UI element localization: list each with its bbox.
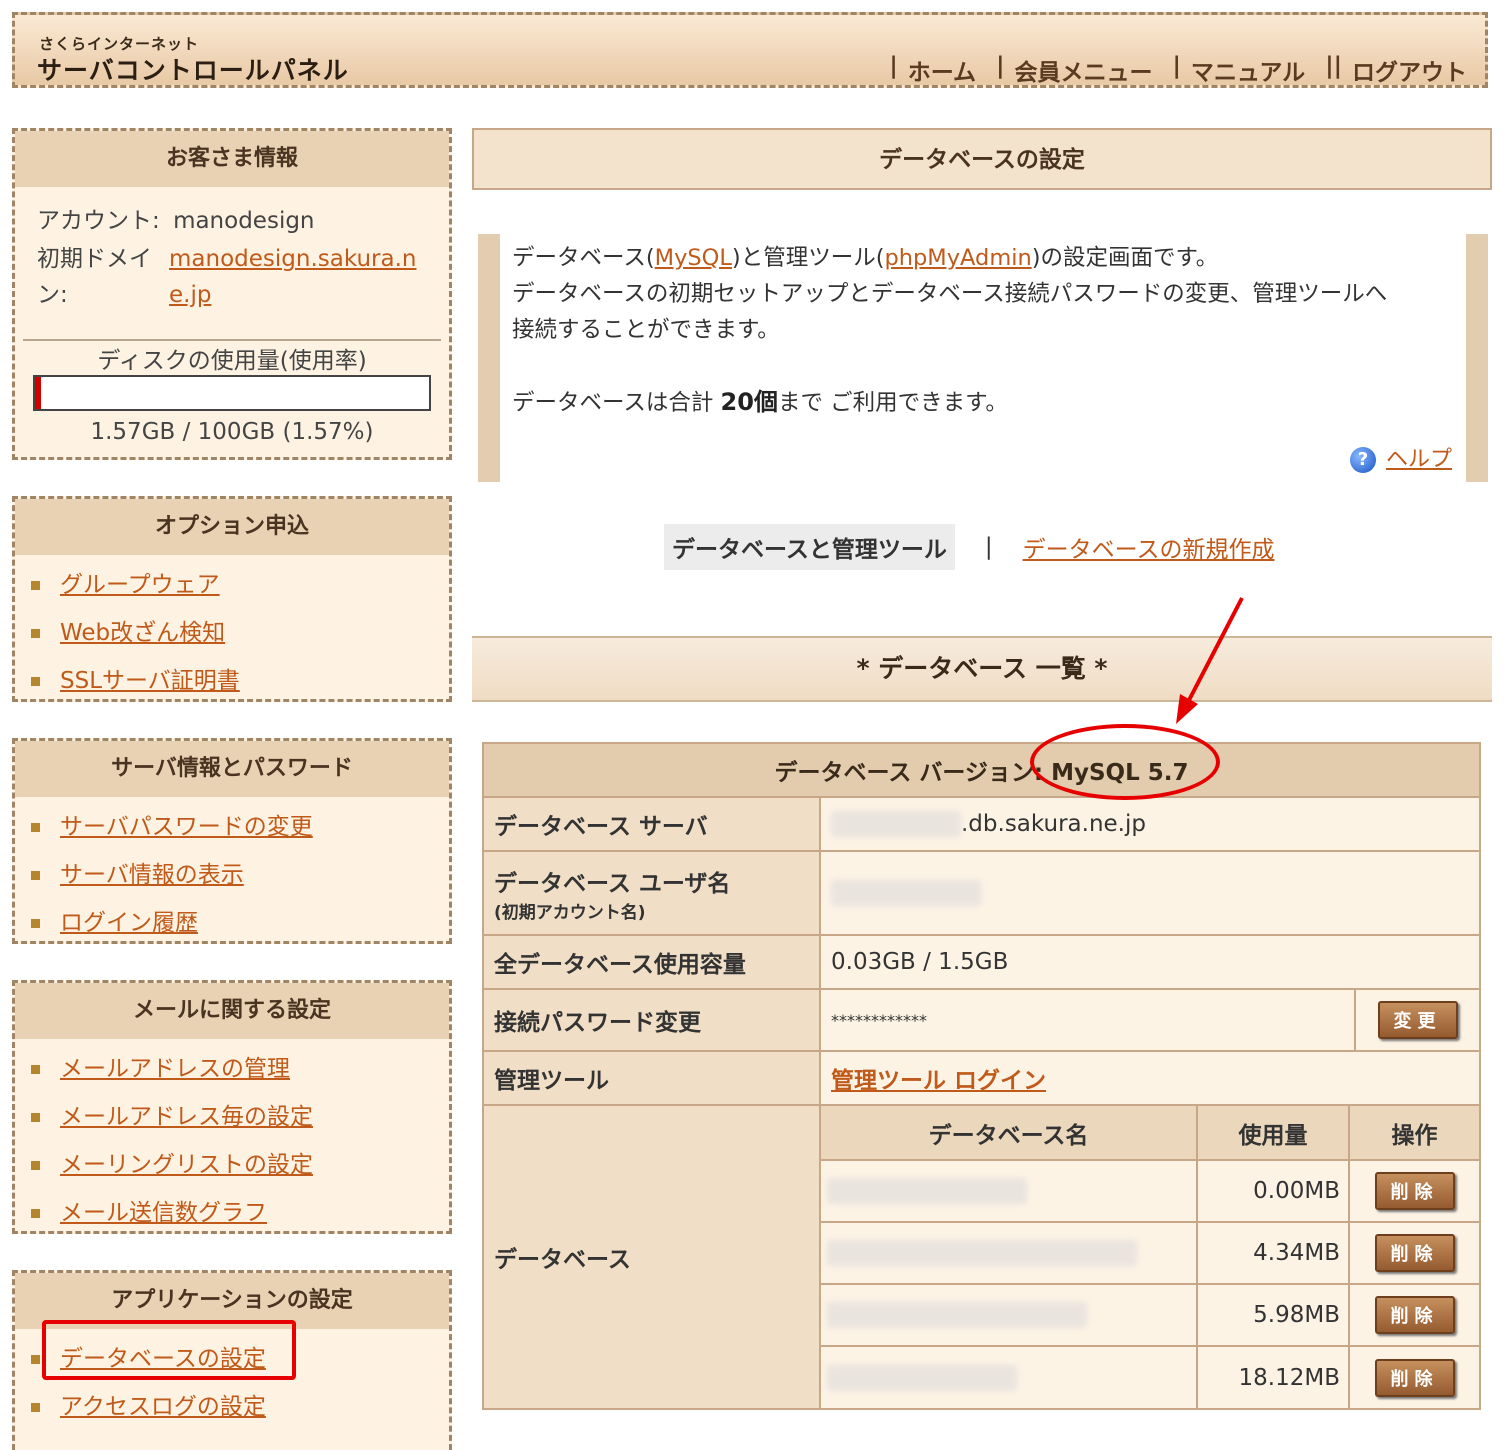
annotation-arrow (1176, 597, 1244, 724)
arrow-shaft (1184, 597, 1244, 707)
arrow-head-icon (1176, 694, 1198, 724)
